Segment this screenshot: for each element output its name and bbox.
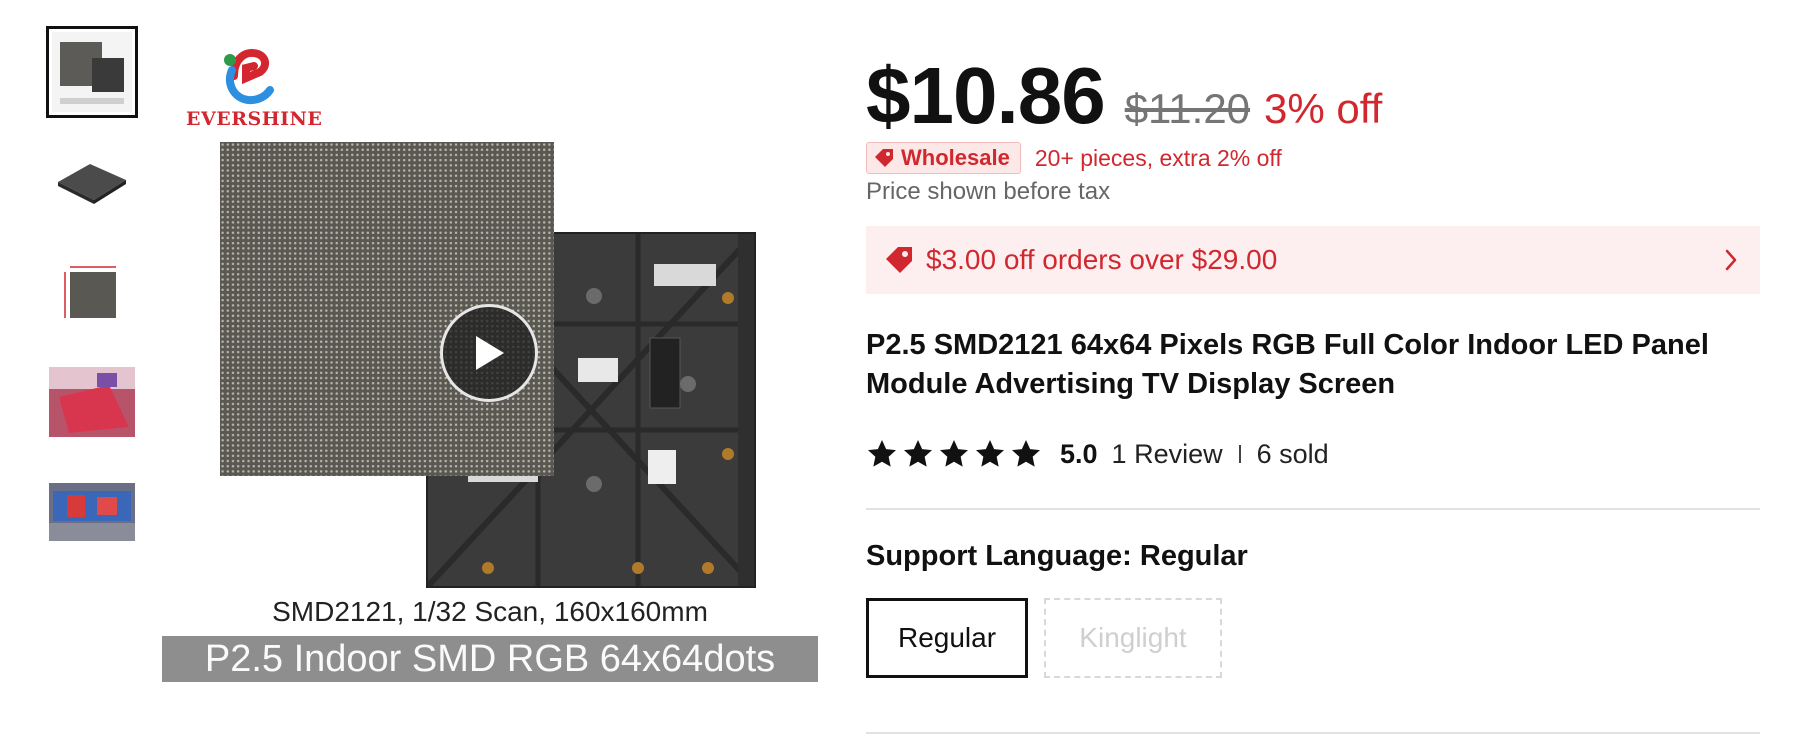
section-divider: [866, 508, 1760, 510]
led-panel-side-thumbnail: [58, 164, 126, 204]
option-regular[interactable]: Regular: [866, 598, 1028, 678]
wholesale-row: Wholesale 20+ pieces, extra 2% off: [866, 142, 1282, 174]
divider-bar: [1238, 445, 1241, 463]
option-kinglight[interactable]: Kinglight: [1044, 598, 1222, 678]
brand-logo: EVERSHINE: [186, 44, 323, 134]
coupon-text: $3.00 off orders over $29.00: [926, 244, 1278, 275]
play-icon: [476, 336, 504, 370]
thumbnail-5[interactable]: [46, 466, 138, 558]
thumbnail-4[interactable]: [46, 356, 138, 448]
star-icon: [1012, 440, 1040, 467]
chevron-right-icon: [1725, 249, 1737, 271]
star-icon: [868, 440, 896, 467]
coupon-banner[interactable]: $3.00 off orders over $29.00: [866, 226, 1760, 294]
section-divider: [866, 732, 1760, 734]
tag-icon: [875, 149, 893, 167]
thumbnail-3[interactable]: [46, 246, 138, 338]
wholesale-badge-label: Wholesale: [901, 145, 1010, 170]
led-screen-wall-thumbnail: [49, 483, 135, 541]
main-product-image[interactable]: EVERSHINE SMD2121, 1/32 Scan, 160x160mm …: [160, 26, 820, 686]
play-video-button[interactable]: [440, 304, 538, 402]
current-price: $10.86: [866, 51, 1106, 140]
tax-note: Price shown before tax: [866, 178, 1111, 205]
logo-text: EVERSHINE: [186, 108, 323, 130]
product-title: P2.5 SMD2121 64x64 Pixels RGB Full Color…: [866, 329, 1709, 400]
star-icon: [904, 440, 932, 467]
original-price: $11.20: [1124, 85, 1251, 132]
sold-count: 6 sold: [1256, 438, 1329, 469]
wholesale-offer-text: 20+ pieces, extra 2% off: [1034, 144, 1282, 171]
image-caption-title: P2.5 Indoor SMD RGB 64x64dots: [162, 636, 818, 682]
review-count-link[interactable]: 1 Review: [1112, 439, 1223, 470]
star-icon: [940, 440, 968, 467]
thumbnail-2[interactable]: [46, 136, 138, 228]
rating-value: 5.0: [1060, 438, 1098, 469]
led-panel-thumbnail: [52, 32, 132, 112]
star-icon: [976, 440, 1004, 467]
led-screen-stage-thumbnail: [49, 367, 135, 437]
star-rating: [866, 438, 1046, 470]
rating-row: 5.0 1 Review 6 sold: [866, 436, 1329, 472]
price-row: $10.86 $11.20 3% off: [866, 50, 1382, 142]
coupon-tag-icon: [886, 247, 912, 273]
evershine-logo-icon: [224, 49, 274, 105]
led-panel-dimensions-thumbnail: [64, 266, 116, 318]
image-caption-specs: SMD2121, 1/32 Scan, 160x160mm: [272, 596, 708, 627]
thumbnail-1[interactable]: [46, 26, 138, 118]
wholesale-badge: Wholesale: [866, 142, 1021, 174]
option-label: Support Language: Regular: [866, 540, 1248, 572]
discount-percent: 3% off: [1264, 85, 1383, 132]
